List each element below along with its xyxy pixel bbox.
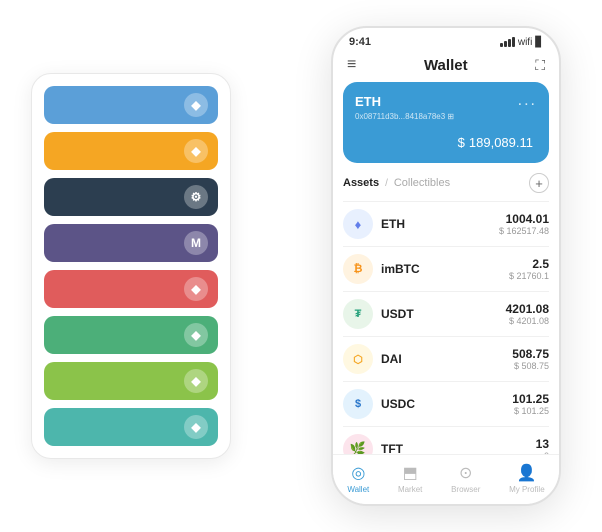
- asset-amount-eth: 1004.01: [499, 212, 549, 226]
- wallet-nav-icon: ◎: [351, 463, 365, 483]
- scene: ◆ ◆ ⚙ M ◆ ◆ ◆ ◆ 9:41: [11, 11, 591, 521]
- phone-header: ≡ Wallet ⛶: [333, 52, 559, 82]
- profile-nav-icon: 👤: [517, 463, 537, 483]
- wifi-icon: wifi: [518, 37, 532, 48]
- eth-balance-prefix: $: [458, 135, 465, 150]
- tab-collectibles[interactable]: Collectibles: [394, 177, 450, 189]
- asset-values-usdc: 101.25 $ 101.25: [512, 392, 549, 416]
- card-item[interactable]: ◆: [44, 86, 218, 124]
- asset-amount-tft: 13: [536, 437, 549, 451]
- asset-values-tft: 13 0: [536, 437, 549, 454]
- asset-usd-imbtc: $ 21760.1: [509, 271, 549, 281]
- asset-usd-eth: $ 162517.48: [499, 226, 549, 236]
- eth-card-address: 0x08711d3b...8418a78e3 ⊞: [355, 112, 537, 121]
- eth-card-balance: $189,089.11: [355, 127, 537, 153]
- card-item[interactable]: ◆: [44, 132, 218, 170]
- asset-name-tft: TFT: [381, 442, 536, 454]
- status-time: 9:41: [349, 36, 371, 48]
- asset-icon-tft: 🌿: [343, 434, 373, 454]
- card-item[interactable]: M: [44, 224, 218, 262]
- card-item[interactable]: ◆: [44, 270, 218, 308]
- eth-card-more-icon[interactable]: ...: [518, 92, 537, 110]
- asset-icon-usdt: ₮: [343, 299, 373, 329]
- status-icons: wifi ▊: [500, 37, 543, 48]
- card-icon: ◆: [184, 415, 208, 439]
- card-item[interactable]: ⚙: [44, 178, 218, 216]
- assets-tabs: Assets / Collectibles: [343, 177, 450, 189]
- asset-item-usdc[interactable]: $ USDC 101.25 $ 101.25: [343, 381, 549, 426]
- phone-content: ETH ... 0x08711d3b...8418a78e3 ⊞ $189,08…: [333, 82, 559, 454]
- card-stack: ◆ ◆ ⚙ M ◆ ◆ ◆ ◆: [31, 73, 231, 459]
- card-icon: ◆: [184, 323, 208, 347]
- expand-icon[interactable]: ⛶: [535, 57, 545, 74]
- asset-item-tft[interactable]: 🌿 TFT 13 0: [343, 426, 549, 454]
- card-icon: M: [184, 231, 208, 255]
- asset-name-imbtc: imBTC: [381, 262, 509, 276]
- eth-card-name: ETH: [355, 94, 381, 109]
- card-icon: ◆: [184, 277, 208, 301]
- profile-nav-label: My Profile: [509, 485, 545, 494]
- nav-market[interactable]: ⬒ Market: [398, 463, 422, 494]
- nav-wallet[interactable]: ◎ Wallet: [347, 463, 369, 494]
- nav-browser[interactable]: ⊙ Browser: [451, 463, 480, 494]
- card-icon: ◆: [184, 369, 208, 393]
- status-bar: 9:41 wifi ▊: [333, 28, 559, 52]
- asset-icon-imbtc: ₿: [343, 254, 373, 284]
- card-item[interactable]: ◆: [44, 316, 218, 354]
- asset-values-imbtc: 2.5 $ 21760.1: [509, 257, 549, 281]
- browser-nav-label: Browser: [451, 485, 480, 494]
- asset-name-eth: ETH: [381, 217, 499, 231]
- asset-values-eth: 1004.01 $ 162517.48: [499, 212, 549, 236]
- eth-card[interactable]: ETH ... 0x08711d3b...8418a78e3 ⊞ $189,08…: [343, 82, 549, 163]
- asset-item-dai[interactable]: ⬡ DAI 508.75 $ 508.75: [343, 336, 549, 381]
- asset-amount-imbtc: 2.5: [509, 257, 549, 271]
- asset-values-usdt: 4201.08 $ 4201.08: [506, 302, 549, 326]
- tab-assets[interactable]: Assets: [343, 177, 379, 189]
- wallet-nav-label: Wallet: [347, 485, 369, 494]
- asset-item-usdt[interactable]: ₮ USDT 4201.08 $ 4201.08: [343, 291, 549, 336]
- asset-name-dai: DAI: [381, 352, 512, 366]
- asset-icon-eth: ♦: [343, 209, 373, 239]
- asset-icon-dai: ⬡: [343, 344, 373, 374]
- tab-separator: /: [385, 178, 388, 189]
- menu-icon[interactable]: ≡: [347, 56, 356, 74]
- asset-item-imbtc[interactable]: ₿ imBTC 2.5 $ 21760.1: [343, 246, 549, 291]
- assets-header: Assets / Collectibles +: [343, 173, 549, 193]
- phone: 9:41 wifi ▊ ≡ Wallet ⛶ E: [331, 26, 561, 506]
- asset-amount-dai: 508.75: [512, 347, 549, 361]
- add-asset-button[interactable]: +: [529, 173, 549, 193]
- card-icon: ◆: [184, 93, 208, 117]
- bottom-nav: ◎ Wallet ⬒ Market ⊙ Browser 👤 My Profile: [333, 454, 559, 504]
- page-title: Wallet: [424, 57, 468, 74]
- nav-profile[interactable]: 👤 My Profile: [509, 463, 545, 494]
- asset-name-usdc: USDC: [381, 397, 512, 411]
- asset-usd-dai: $ 508.75: [512, 361, 549, 371]
- asset-usd-usdc: $ 101.25: [512, 406, 549, 416]
- asset-item-eth[interactable]: ♦ ETH 1004.01 $ 162517.48: [343, 201, 549, 246]
- asset-usd-usdt: $ 4201.08: [506, 316, 549, 326]
- browser-nav-icon: ⊙: [459, 463, 472, 483]
- asset-amount-usdt: 4201.08: [506, 302, 549, 316]
- card-item[interactable]: ◆: [44, 408, 218, 446]
- asset-values-dai: 508.75 $ 508.75: [512, 347, 549, 371]
- eth-balance-value: 189,089.11: [469, 135, 533, 150]
- card-icon: ◆: [184, 139, 208, 163]
- asset-icon-usdc: $: [343, 389, 373, 419]
- asset-name-usdt: USDT: [381, 307, 506, 321]
- market-nav-label: Market: [398, 485, 422, 494]
- card-item[interactable]: ◆: [44, 362, 218, 400]
- asset-amount-usdc: 101.25: [512, 392, 549, 406]
- signal-icon: [500, 37, 515, 47]
- market-nav-icon: ⬒: [403, 463, 418, 483]
- card-icon: ⚙: [184, 185, 208, 209]
- eth-card-top: ETH ...: [355, 92, 537, 110]
- battery-icon: ▊: [535, 37, 543, 48]
